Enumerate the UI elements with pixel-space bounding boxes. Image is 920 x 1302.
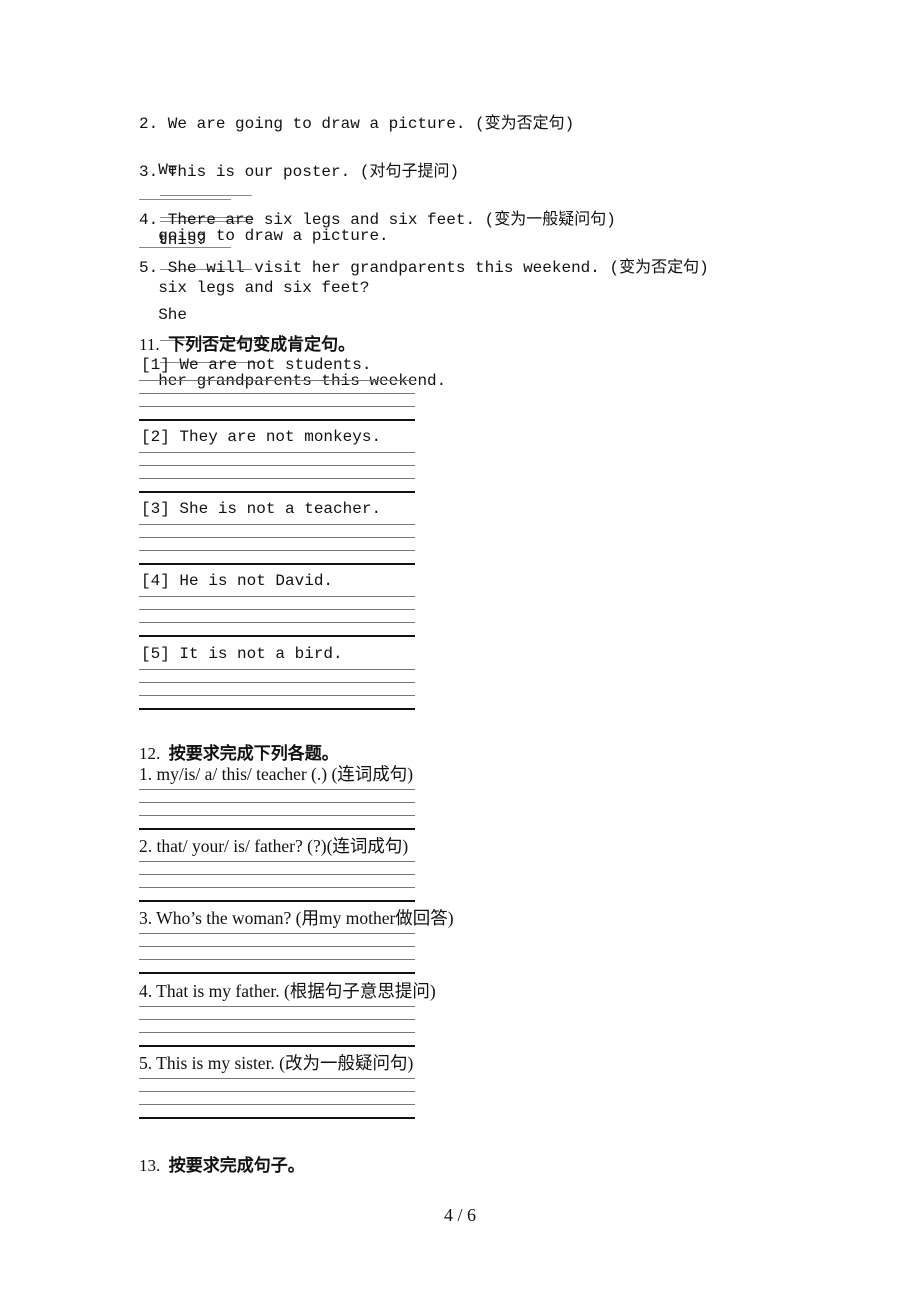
s11-item-2: [2] They are not monkeys.: [141, 428, 382, 446]
answer-rule[interactable]: [139, 1045, 415, 1047]
answer-rule[interactable]: [139, 959, 415, 960]
answer-blank[interactable]: [139, 246, 231, 248]
answer-rule[interactable]: [139, 1091, 415, 1092]
answer-rule[interactable]: [139, 669, 415, 670]
answer-rule[interactable]: [139, 900, 415, 902]
answer-rule[interactable]: [139, 537, 415, 538]
answer-rule[interactable]: [139, 563, 415, 565]
answer-rule[interactable]: [139, 861, 415, 862]
question-5: 5. She will visit her grandparents this …: [139, 259, 709, 277]
s12-item-1: 1. my/is/ a/ this/ teacher (.) (连词成句): [139, 764, 414, 784]
answer-rule[interactable]: [139, 524, 415, 525]
answer-rule[interactable]: [139, 828, 415, 830]
section-number: 12.: [139, 744, 161, 763]
answer-rule[interactable]: [139, 933, 415, 934]
s11-item-3: [3] She is not a teacher.: [141, 500, 382, 518]
answer-rule[interactable]: [139, 972, 415, 974]
answer-rule[interactable]: [139, 815, 415, 816]
answer-rule[interactable]: [139, 393, 415, 394]
answer-rule[interactable]: [139, 419, 415, 421]
answer-rule[interactable]: [139, 802, 415, 803]
answer-rule[interactable]: [139, 478, 415, 479]
question-3: 3. This is our poster. (对句子提问): [139, 163, 460, 181]
section-number: 11.: [139, 335, 160, 354]
answer-rule[interactable]: [139, 695, 415, 696]
answer-rule[interactable]: [139, 1117, 415, 1119]
answer-rule[interactable]: [139, 491, 415, 493]
section-number: 13.: [139, 1156, 161, 1175]
question-4: 4. There are six legs and six feet. (变为一…: [139, 211, 616, 229]
s12-item-3: 3. Who’s the woman? (用my mother做回答): [139, 908, 454, 928]
answer-rule[interactable]: [139, 1032, 415, 1033]
answer-rule[interactable]: [139, 682, 415, 683]
section-13-heading: 13. 按要求完成句子。: [139, 1151, 305, 1176]
section-12-heading: 12. 按要求完成下列各题。: [139, 739, 339, 764]
answer-rule[interactable]: [139, 874, 415, 875]
answer-rule[interactable]: [139, 789, 415, 790]
answer-rule[interactable]: [139, 946, 415, 947]
answer-prefix: She: [158, 306, 188, 324]
s11-item-1: [1] We are not students.: [141, 356, 372, 374]
section-11-heading: 11. 下列否定句变成肯定句。: [139, 330, 355, 355]
s11-item-5: [5] It is not a bird.: [141, 645, 343, 663]
answer-rule[interactable]: [139, 465, 415, 466]
answer-rule[interactable]: [139, 406, 415, 407]
answer-rule[interactable]: [139, 609, 415, 610]
s12-item-2: 2. that/ your/ is/ father? (?)(连词成句): [139, 836, 409, 856]
answer-rule[interactable]: [139, 635, 415, 637]
section-title: 按要求完成下列各题。: [168, 744, 339, 763]
answer-rule[interactable]: [139, 708, 415, 710]
s11-item-4: [4] He is not David.: [141, 572, 334, 590]
section-title: 下列否定句变成肯定句。: [168, 335, 356, 354]
answer-rule[interactable]: [139, 1104, 415, 1105]
s12-item-4: 4. That is my father. (根据句子意思提问): [139, 981, 436, 1001]
answer-rule[interactable]: [139, 1019, 415, 1020]
answer-rule[interactable]: [139, 622, 415, 623]
section-title: 按要求完成句子。: [168, 1156, 305, 1175]
answer-rule[interactable]: [139, 550, 415, 551]
page-number: 4 / 6: [443, 1205, 476, 1225]
answer-rule[interactable]: [139, 452, 415, 453]
answer-rule[interactable]: [139, 596, 415, 597]
answer-rule[interactable]: [139, 887, 415, 888]
answer-rule[interactable]: [139, 1078, 415, 1079]
question-2: 2. We are going to draw a picture. (变为否定…: [139, 115, 575, 133]
answer-rule[interactable]: [139, 1006, 415, 1007]
answer-blank[interactable]: [139, 198, 231, 200]
answer-rule[interactable]: [139, 380, 415, 381]
s12-item-5: 5. This is my sister. (改为一般疑问句): [139, 1053, 414, 1073]
